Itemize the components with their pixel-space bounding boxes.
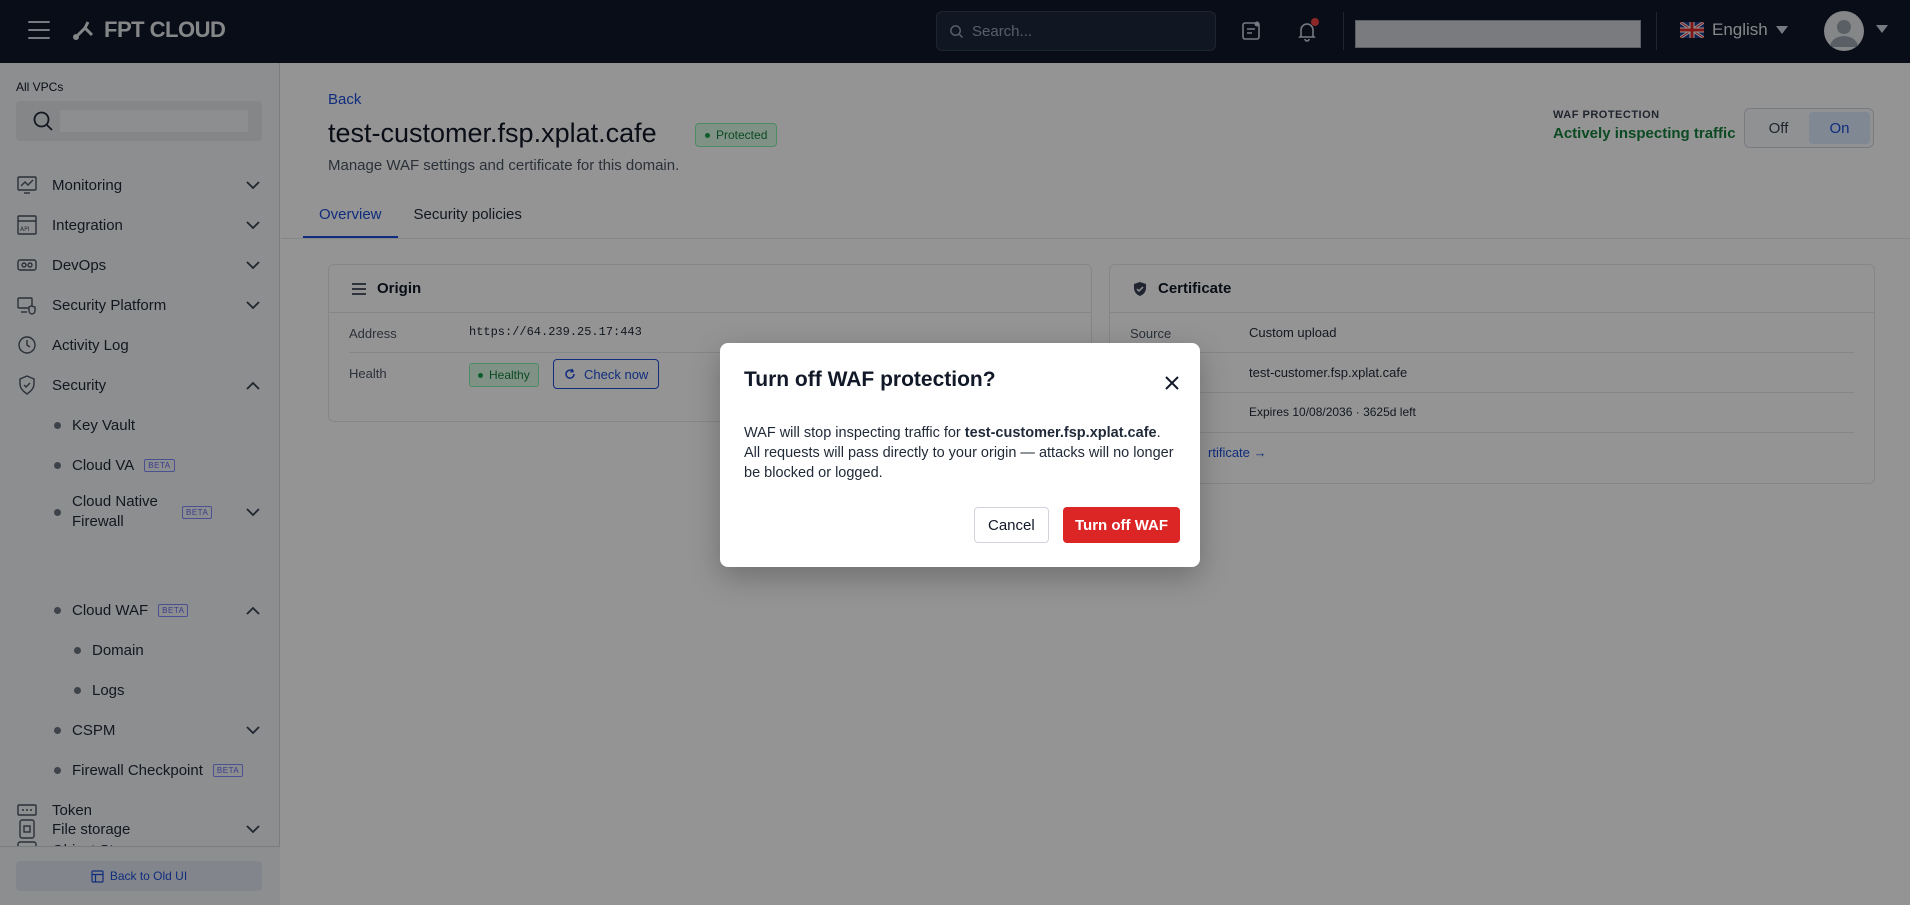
dialog-body: WAF will stop inspecting traffic for tes… <box>744 423 1174 483</box>
turn-off-waf-button[interactable]: Turn off WAF <box>1063 507 1181 543</box>
dialog-body-domain: test-customer.fsp.xplat.cafe <box>964 425 1157 441</box>
close-icon[interactable] <box>1162 373 1182 393</box>
cancel-button[interactable]: Cancel <box>974 507 1049 543</box>
dialog-body-prefix: WAF will stop inspecting traffic for <box>744 425 965 441</box>
dialog-title: Turn off WAF protection? <box>744 368 996 391</box>
confirm-dialog: Turn off WAF protection? WAF will stop i… <box>720 343 1200 567</box>
